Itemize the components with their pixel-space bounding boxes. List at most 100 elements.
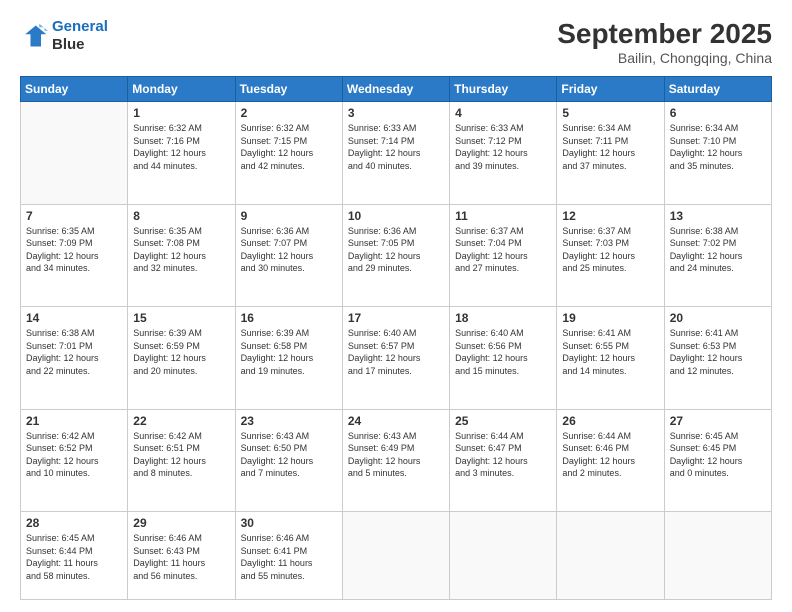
day-info: Sunrise: 6:42 AM Sunset: 6:52 PM Dayligh… — [26, 430, 122, 480]
calendar-cell: 28Sunrise: 6:45 AM Sunset: 6:44 PM Dayli… — [21, 512, 128, 600]
weekday-header: Saturday — [664, 77, 771, 102]
day-info: Sunrise: 6:41 AM Sunset: 6:53 PM Dayligh… — [670, 327, 766, 377]
calendar-cell: 10Sunrise: 6:36 AM Sunset: 7:05 PM Dayli… — [342, 204, 449, 307]
calendar-header-row: SundayMondayTuesdayWednesdayThursdayFrid… — [21, 77, 772, 102]
day-info: Sunrise: 6:44 AM Sunset: 6:46 PM Dayligh… — [562, 430, 658, 480]
calendar-cell — [557, 512, 664, 600]
day-number: 16 — [241, 311, 337, 325]
calendar-cell: 17 Sunrise: 6:40 AM Sunset: 6:57 PM Dayli… — [342, 307, 449, 410]
day-number: 25 — [455, 414, 551, 428]
day-number: 20 — [670, 311, 766, 325]
day-number: 15 — [133, 311, 229, 325]
calendar-cell: 24 Sunrise: 6:43 AM Sunset: 6:49 PM Dayli… — [342, 409, 449, 512]
day-info: Sunrise: 6:38 AM Sunset: 7:01 PM Dayligh… — [26, 327, 122, 377]
calendar-cell: 4Sunrise: 6:33 AM Sunset: 7:12 PM Daylig… — [450, 102, 557, 205]
day-info: Sunrise: 6:32 AM Sunset: 7:15 PM Dayligh… — [241, 122, 337, 172]
weekday-header: Wednesday — [342, 77, 449, 102]
day-info: Sunrise: 6:36 AM Sunset: 7:07 PM Dayligh… — [241, 225, 337, 275]
calendar-cell: 25 Sunrise: 6:44 AM Sunset: 6:47 PM Dayli… — [450, 409, 557, 512]
day-info: Sunrise: 6:35 AM Sunset: 7:08 PM Dayligh… — [133, 225, 229, 275]
day-info: Sunrise: 6:46 AM Sunset: 6:41 PM Dayligh… — [241, 532, 337, 582]
day-number: 18 — [455, 311, 551, 325]
day-info: Sunrise: 6:37 AM Sunset: 7:03 PM Dayligh… — [562, 225, 658, 275]
logo-text: General Blue — [52, 18, 108, 54]
calendar-cell: 12 Sunrise: 6:37 AM Sunset: 7:03 PM Dayli… — [557, 204, 664, 307]
weekday-header: Monday — [128, 77, 235, 102]
title-block: September 2025 Bailin, Chongqing, China — [557, 18, 772, 66]
calendar-cell — [664, 512, 771, 600]
calendar-cell: 5Sunrise: 6:34 AM Sunset: 7:11 PM Daylig… — [557, 102, 664, 205]
calendar-week-row: 1Sunrise: 6:32 AM Sunset: 7:16 PM Daylig… — [21, 102, 772, 205]
calendar-cell: 6 Sunrise: 6:34 AM Sunset: 7:10 PM Daylig… — [664, 102, 771, 205]
day-info: Sunrise: 6:37 AM Sunset: 7:04 PM Dayligh… — [455, 225, 551, 275]
day-number: 26 — [562, 414, 658, 428]
day-info: Sunrise: 6:42 AM Sunset: 6:51 PM Dayligh… — [133, 430, 229, 480]
calendar-cell: 8 Sunrise: 6:35 AM Sunset: 7:08 PM Daylig… — [128, 204, 235, 307]
weekday-header: Sunday — [21, 77, 128, 102]
header: General Blue September 2025 Bailin, Chon… — [20, 18, 772, 66]
day-info: Sunrise: 6:33 AM Sunset: 7:12 PM Dayligh… — [455, 122, 551, 172]
page: General Blue September 2025 Bailin, Chon… — [0, 0, 792, 612]
calendar-week-row: 14 Sunrise: 6:38 AM Sunset: 7:01 PM Dayli… — [21, 307, 772, 410]
day-number: 19 — [562, 311, 658, 325]
day-info: Sunrise: 6:43 AM Sunset: 6:49 PM Dayligh… — [348, 430, 444, 480]
day-number: 11 — [455, 209, 551, 223]
calendar-cell: 11 Sunrise: 6:37 AM Sunset: 7:04 PM Dayli… — [450, 204, 557, 307]
calendar-cell: 22 Sunrise: 6:42 AM Sunset: 6:51 PM Dayli… — [128, 409, 235, 512]
calendar-cell — [450, 512, 557, 600]
day-number: 14 — [26, 311, 122, 325]
calendar-cell: 30 Sunrise: 6:46 AM Sunset: 6:41 PM Dayli… — [235, 512, 342, 600]
calendar-cell: 9Sunrise: 6:36 AM Sunset: 7:07 PM Daylig… — [235, 204, 342, 307]
day-number: 17 — [348, 311, 444, 325]
calendar-table: SundayMondayTuesdayWednesdayThursdayFrid… — [20, 76, 772, 600]
weekday-header: Thursday — [450, 77, 557, 102]
day-info: Sunrise: 6:35 AM Sunset: 7:09 PM Dayligh… — [26, 225, 122, 275]
calendar-cell: 19 Sunrise: 6:41 AM Sunset: 6:55 PM Dayli… — [557, 307, 664, 410]
calendar-cell: 18 Sunrise: 6:40 AM Sunset: 6:56 PM Dayli… — [450, 307, 557, 410]
logo-icon — [20, 22, 48, 50]
day-info: Sunrise: 6:40 AM Sunset: 6:56 PM Dayligh… — [455, 327, 551, 377]
day-info: Sunrise: 6:38 AM Sunset: 7:02 PM Dayligh… — [670, 225, 766, 275]
day-number: 6 — [670, 106, 766, 120]
day-number: 2 — [241, 106, 337, 120]
calendar-cell: 3 Sunrise: 6:33 AM Sunset: 7:14 PM Daylig… — [342, 102, 449, 205]
day-info: Sunrise: 6:34 AM Sunset: 7:10 PM Dayligh… — [670, 122, 766, 172]
calendar-cell: 2 Sunrise: 6:32 AM Sunset: 7:15 PM Daylig… — [235, 102, 342, 205]
calendar-cell: 20 Sunrise: 6:41 AM Sunset: 6:53 PM Dayli… — [664, 307, 771, 410]
day-info: Sunrise: 6:34 AM Sunset: 7:11 PM Dayligh… — [562, 122, 658, 172]
day-number: 3 — [348, 106, 444, 120]
day-info: Sunrise: 6:33 AM Sunset: 7:14 PM Dayligh… — [348, 122, 444, 172]
calendar-cell: 15Sunrise: 6:39 AM Sunset: 6:59 PM Dayli… — [128, 307, 235, 410]
calendar-cell — [342, 512, 449, 600]
calendar-week-row: 7Sunrise: 6:35 AM Sunset: 7:09 PM Daylig… — [21, 204, 772, 307]
calendar-cell: 26 Sunrise: 6:44 AM Sunset: 6:46 PM Dayli… — [557, 409, 664, 512]
day-info: Sunrise: 6:41 AM Sunset: 6:55 PM Dayligh… — [562, 327, 658, 377]
main-title: September 2025 — [557, 18, 772, 50]
day-info: Sunrise: 6:39 AM Sunset: 6:58 PM Dayligh… — [241, 327, 337, 377]
day-number: 30 — [241, 516, 337, 530]
calendar-cell: 1Sunrise: 6:32 AM Sunset: 7:16 PM Daylig… — [128, 102, 235, 205]
day-info: Sunrise: 6:46 AM Sunset: 6:43 PM Dayligh… — [133, 532, 229, 582]
calendar-cell — [21, 102, 128, 205]
day-number: 12 — [562, 209, 658, 223]
day-number: 21 — [26, 414, 122, 428]
calendar-week-row: 21 Sunrise: 6:42 AM Sunset: 6:52 PM Dayli… — [21, 409, 772, 512]
weekday-header: Friday — [557, 77, 664, 102]
logo: General Blue — [20, 18, 108, 54]
day-number: 13 — [670, 209, 766, 223]
day-info: Sunrise: 6:36 AM Sunset: 7:05 PM Dayligh… — [348, 225, 444, 275]
logo-line2: Blue — [52, 36, 108, 54]
subtitle: Bailin, Chongqing, China — [557, 50, 772, 66]
calendar-cell: 16 Sunrise: 6:39 AM Sunset: 6:58 PM Dayli… — [235, 307, 342, 410]
day-info: Sunrise: 6:45 AM Sunset: 6:45 PM Dayligh… — [670, 430, 766, 480]
day-number: 8 — [133, 209, 229, 223]
calendar-cell: 14 Sunrise: 6:38 AM Sunset: 7:01 PM Dayli… — [21, 307, 128, 410]
day-info: Sunrise: 6:44 AM Sunset: 6:47 PM Dayligh… — [455, 430, 551, 480]
day-number: 1 — [133, 106, 229, 120]
day-info: Sunrise: 6:40 AM Sunset: 6:57 PM Dayligh… — [348, 327, 444, 377]
day-number: 24 — [348, 414, 444, 428]
logo-line1: General — [52, 18, 108, 35]
day-number: 22 — [133, 414, 229, 428]
calendar-cell: 13 Sunrise: 6:38 AM Sunset: 7:02 PM Dayli… — [664, 204, 771, 307]
calendar-cell: 27Sunrise: 6:45 AM Sunset: 6:45 PM Dayli… — [664, 409, 771, 512]
